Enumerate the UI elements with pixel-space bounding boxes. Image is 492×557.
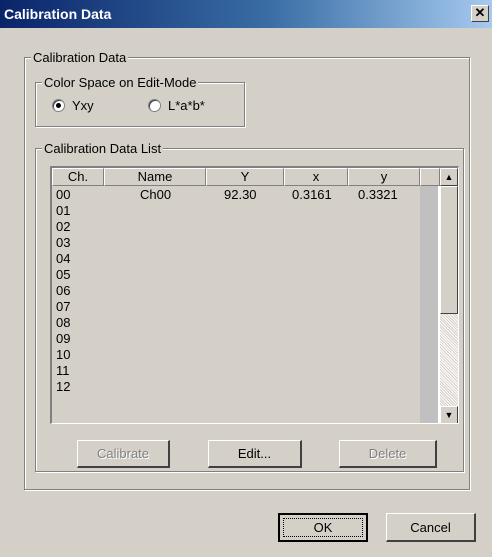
calibration-data-list[interactable]: Ch. Name Y x y 00 Ch00 92.30 0.3161 0.33… xyxy=(50,166,459,424)
column-header-name[interactable]: Name xyxy=(104,168,206,186)
radio-yxy-label: Yxy xyxy=(72,98,94,113)
radio-yxy-dot-icon xyxy=(52,99,65,112)
ok-button[interactable]: OK xyxy=(278,513,368,542)
table-row[interactable]: 11 xyxy=(52,363,420,379)
column-header-ch[interactable]: Ch. xyxy=(52,168,104,186)
window-title: Calibration Data xyxy=(4,6,112,22)
table-row[interactable]: 05 xyxy=(52,267,420,283)
calibration-data-legend: Calibration Data xyxy=(31,50,129,65)
color-space-group: Color Space on Edit-Mode Yxy L*a*b* xyxy=(35,75,245,127)
cell-ch: 00 xyxy=(56,187,71,202)
cancel-button[interactable]: Cancel xyxy=(386,513,476,542)
row-indicator-strip xyxy=(420,186,438,423)
table-row[interactable]: 01 xyxy=(52,203,420,219)
cell-name: Ch00 xyxy=(140,187,172,202)
title-bar: Calibration Data ✕ xyxy=(0,0,492,28)
cell-ch: 02 xyxy=(56,219,71,234)
cell-ch: 04 xyxy=(56,251,71,266)
table-row[interactable]: 09 xyxy=(52,331,420,347)
column-header-Y[interactable]: Y xyxy=(206,168,284,186)
color-space-legend: Color Space on Edit-Mode xyxy=(42,75,199,90)
edit-button[interactable]: Edit... xyxy=(208,440,302,468)
cell-ch: 09 xyxy=(56,331,71,346)
cell-ch: 01 xyxy=(56,203,71,218)
scroll-down-icon[interactable]: ▼ xyxy=(440,406,458,423)
scroll-thumb[interactable] xyxy=(440,186,458,314)
list-scrollbar[interactable]: ▲ ▼ xyxy=(440,168,458,423)
cell-ch: 11 xyxy=(56,363,70,378)
focus-ring xyxy=(283,518,363,537)
cell-ch: 10 xyxy=(56,347,71,362)
cell-ch: 03 xyxy=(56,235,71,250)
column-header-x[interactable]: x xyxy=(284,168,348,186)
cell-ch: 07 xyxy=(56,299,71,314)
list-header: Ch. Name Y x y xyxy=(52,168,440,186)
close-icon[interactable]: ✕ xyxy=(471,5,489,22)
cell-x: 0.3161 xyxy=(292,187,332,202)
table-row[interactable]: 02 xyxy=(52,219,420,235)
cell-ch: 08 xyxy=(56,315,71,330)
calibration-list-legend: Calibration Data List xyxy=(42,141,164,156)
table-row[interactable]: 04 xyxy=(52,251,420,267)
table-row[interactable]: 10 xyxy=(52,347,420,363)
cell-Y: 92.30 xyxy=(224,187,257,202)
cell-ch: 12 xyxy=(56,379,71,394)
radio-lab-label: L*a*b* xyxy=(168,98,205,113)
table-row[interactable]: 03 xyxy=(52,235,420,251)
radio-lab[interactable]: L*a*b* xyxy=(148,98,205,113)
table-row[interactable]: 07 xyxy=(52,299,420,315)
column-header-blank xyxy=(420,168,440,186)
radio-yxy[interactable]: Yxy xyxy=(52,98,94,113)
cell-ch: 06 xyxy=(56,283,71,298)
calibrate-button[interactable]: Calibrate xyxy=(77,440,170,468)
table-row[interactable]: 12 xyxy=(52,379,420,395)
table-row[interactable]: 00 Ch00 92.30 0.3161 0.3321 xyxy=(52,187,420,203)
table-row[interactable]: 06 xyxy=(52,283,420,299)
cell-y: 0.3321 xyxy=(358,187,398,202)
delete-button[interactable]: Delete xyxy=(339,440,437,468)
scroll-up-icon[interactable]: ▲ xyxy=(440,168,458,186)
table-row[interactable]: 08 xyxy=(52,315,420,331)
column-header-y[interactable]: y xyxy=(348,168,420,186)
list-body: 00 Ch00 92.30 0.3161 0.3321 01 02 03 04 … xyxy=(52,186,420,423)
radio-lab-dot-icon xyxy=(148,99,161,112)
cell-ch: 05 xyxy=(56,267,71,282)
